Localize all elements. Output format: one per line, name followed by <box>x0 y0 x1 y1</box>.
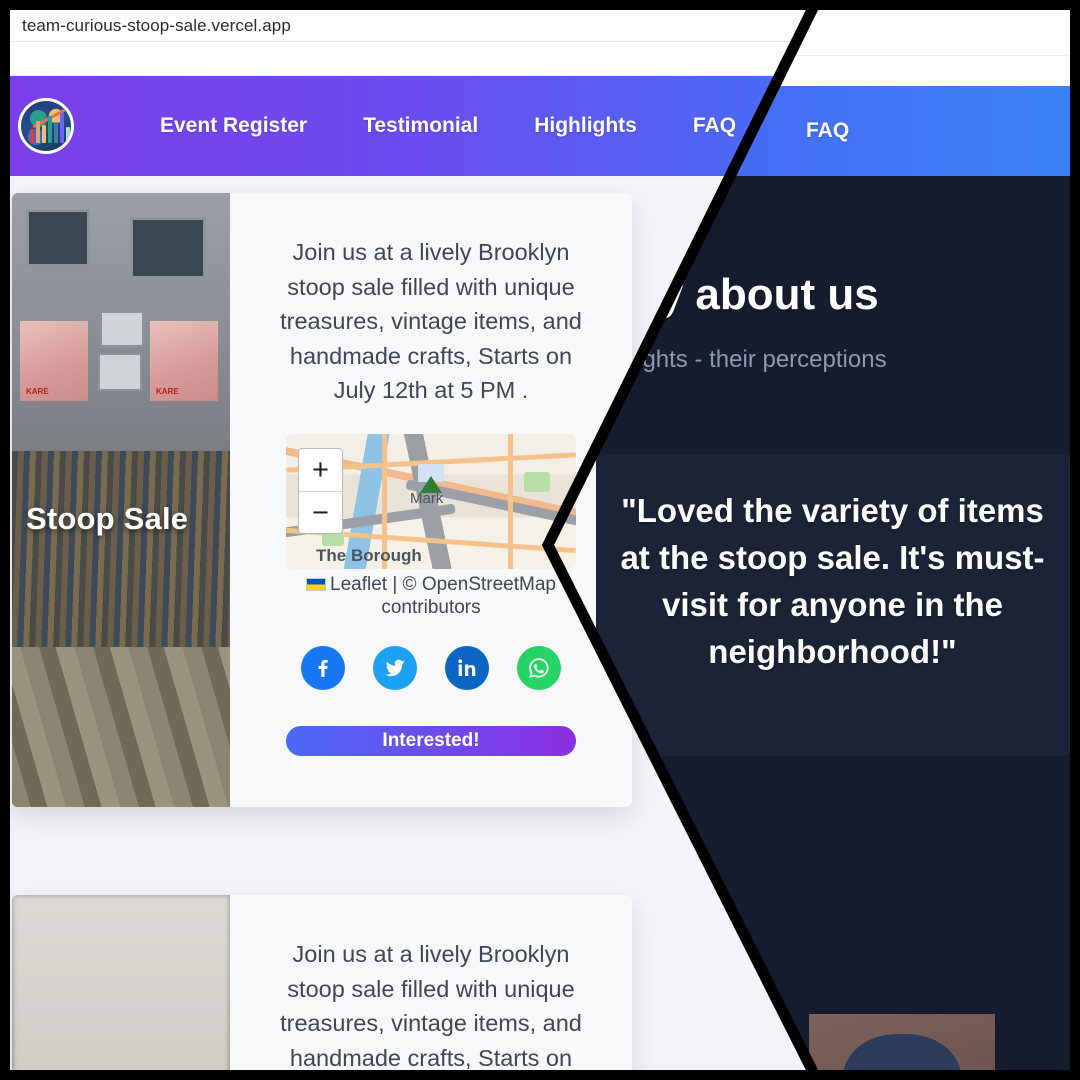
screenshot-stage: team-curious-stoop-sale.vercel.app Event… <box>0 0 1080 1080</box>
interested-button[interactable]: Interested! <box>286 726 576 757</box>
avatar <box>809 1014 995 1070</box>
map-attribution: Leaflet | © OpenStreetMap contributors <box>254 573 608 621</box>
event-description: Join us at a lively Brooklyn stoop sale … <box>280 239 582 404</box>
logo-bars-icon <box>30 113 70 143</box>
map-road <box>508 433 513 569</box>
map-zoom-controls[interactable]: + − <box>298 447 343 534</box>
ukraine-flag-icon <box>306 577 327 591</box>
social-share-row <box>254 646 608 691</box>
event-location-map[interactable]: Mark The Borough + − <box>286 433 576 569</box>
testimonial-quote: "Loved the variety of items at the stoop… <box>620 492 1045 670</box>
map-park <box>524 471 550 492</box>
map-marker-label: Mark <box>410 489 444 507</box>
event-card[interactable]: Join us at a lively Brooklyn stoop sale … <box>12 895 632 1070</box>
event-image-label: Stoop Sale <box>26 501 189 536</box>
nav-link-testimonial[interactable]: Testimonial <box>335 114 506 138</box>
event-image-window <box>130 217 206 279</box>
map-zoom-in-button[interactable]: + <box>299 449 342 491</box>
event-image-ac-unit <box>100 311 144 347</box>
map-place-label: The Borough <box>316 545 422 565</box>
whatsapp-icon[interactable] <box>517 646 561 691</box>
event-card-body: Join us at a lively Brooklyn stoop sale … <box>230 895 632 1070</box>
event-image-blur <box>12 895 230 1070</box>
event-description: Join us at a lively Brooklyn stoop sale … <box>280 941 582 1070</box>
map-attribution-text[interactable]: Leaflet | © OpenStreetMap contributors <box>330 574 556 619</box>
event-image-poster: KARE <box>150 321 218 401</box>
twitter-icon[interactable] <box>373 646 417 691</box>
navbar-links: Event Register Testimonial Highlights FA… <box>132 114 764 138</box>
nav-link-highlights[interactable]: Highlights <box>506 114 665 138</box>
event-card-image: KARE KARE Stoop Sale <box>12 193 230 807</box>
stoop-sale-logo-icon[interactable] <box>18 98 74 154</box>
facebook-icon[interactable] <box>301 646 345 691</box>
event-image-window <box>26 209 90 267</box>
event-card-image <box>12 895 230 1070</box>
avatar-beret-icon <box>843 1034 961 1070</box>
event-card[interactable]: KARE KARE Stoop Sale Join us at a lively… <box>12 193 632 807</box>
event-image-poster: KARE <box>20 321 88 401</box>
testimonial-card: "Loved the variety of items at the stoop… <box>596 454 1070 756</box>
nav-link-event-register[interactable]: Event Register <box>132 114 335 138</box>
event-image-bags <box>12 647 230 807</box>
url-text: team-curious-stoop-sale.vercel.app <box>22 15 291 35</box>
map-zoom-out-button[interactable]: − <box>299 490 342 533</box>
nav-link-faq[interactable]: FAQ <box>665 114 764 138</box>
linkedin-icon[interactable] <box>445 646 489 691</box>
event-image-ac-unit <box>98 353 142 391</box>
